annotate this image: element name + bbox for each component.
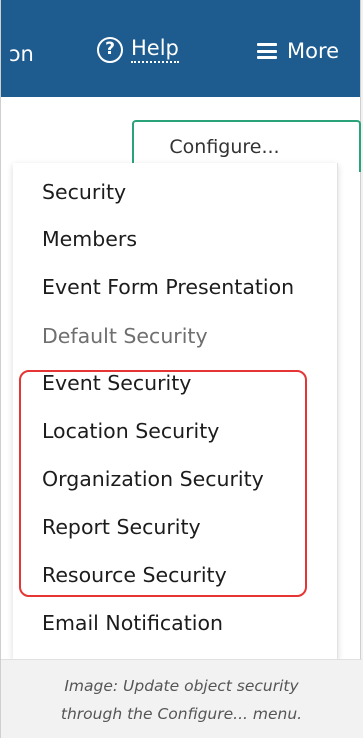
menu-item-report-security[interactable]: Report Security — [42, 515, 201, 539]
configure-dropdown-menu: Security Members Event Form Presentation… — [13, 163, 338, 659]
help-circle-icon: ? — [97, 36, 123, 63]
hamburger-icon — [257, 43, 277, 59]
help-link[interactable]: ? Help — [97, 36, 179, 63]
menu-item-event-form-presentation[interactable]: Event Form Presentation — [42, 275, 294, 299]
image-caption: Image: Update object security through th… — [1, 659, 362, 738]
menu-item-organization-security[interactable]: Organization Security — [42, 467, 264, 491]
menu-item-members[interactable]: Members — [42, 227, 137, 251]
more-menu-button[interactable]: More — [257, 39, 339, 63]
screenshot-frame: ɔn ? Help More Configure... Security Mem… — [0, 0, 362, 738]
menu-item-default-security: Default Security — [42, 324, 208, 348]
menu-item-event-security[interactable]: Event Security — [42, 371, 191, 395]
caption-line-2: through the Configure... menu. — [60, 705, 303, 723]
top-navigation-bar: ɔn ? Help More — [1, 0, 360, 97]
more-label: More — [287, 39, 340, 63]
help-label: Help — [131, 36, 179, 63]
caption-line-1: Image: Update object security — [64, 677, 299, 695]
menu-item-resource-security[interactable]: Resource Security — [42, 563, 227, 587]
truncated-nav-item[interactable]: ɔn — [9, 42, 34, 66]
page-content: Configure... Security Members Event Form… — [1, 97, 361, 659]
menu-item-security[interactable]: Security — [42, 180, 126, 204]
menu-item-location-security[interactable]: Location Security — [42, 419, 219, 443]
menu-item-email-notification[interactable]: Email Notification — [42, 611, 223, 635]
